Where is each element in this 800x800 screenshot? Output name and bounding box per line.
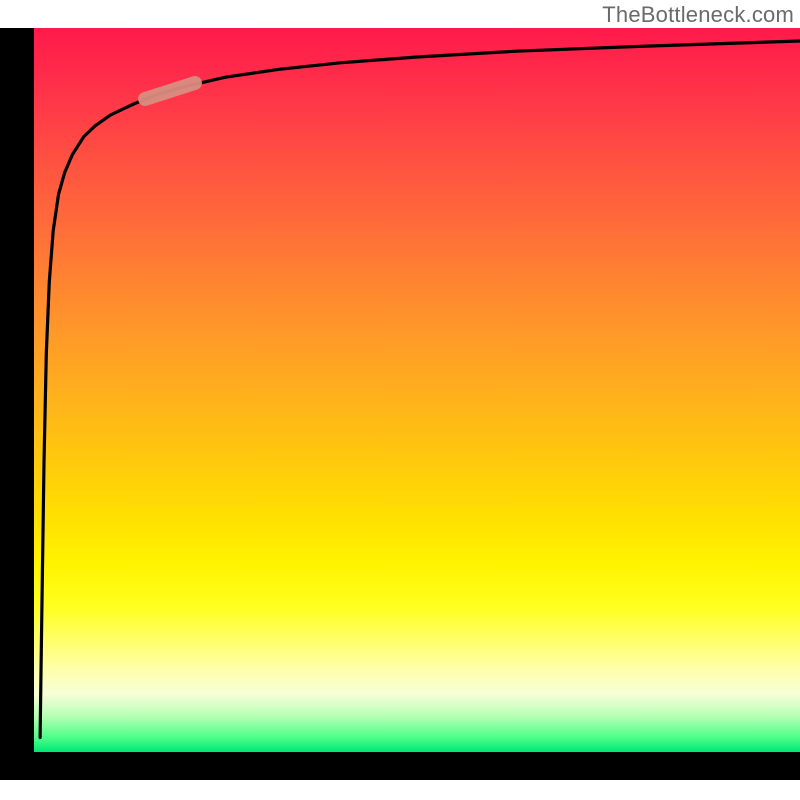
bottleneck-curve-line	[40, 41, 800, 738]
attribution-watermark: TheBottleneck.com	[602, 2, 794, 28]
x-axis-bar	[0, 752, 800, 780]
curve-svg	[34, 28, 800, 752]
plot-area	[34, 28, 800, 752]
highlight-segment	[145, 83, 195, 99]
y-axis-bar	[0, 28, 34, 780]
chart-frame: TheBottleneck.com	[0, 0, 800, 800]
